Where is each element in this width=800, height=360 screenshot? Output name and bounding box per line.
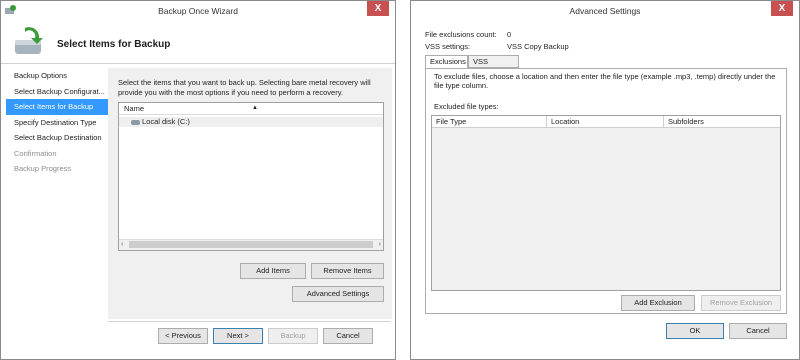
tab-vss-settings[interactable]: VSS Settings <box>468 55 519 78</box>
column-location[interactable]: Location <box>547 116 664 127</box>
tree-item-label: Local disk (C:) <box>142 117 190 126</box>
step-select-backup-destination[interactable]: Select Backup Destination <box>6 130 108 146</box>
wizard-title: Backup Once Wizard <box>158 6 238 16</box>
wizard-steps-sidebar: Backup Options Select Backup Configurat.… <box>6 68 108 177</box>
exclusions-panel: To exclude files, choose a location and … <box>425 68 787 314</box>
wizard-cancel-button[interactable]: Cancel <box>323 328 373 344</box>
vss-settings-label: VSS settings: <box>425 42 471 51</box>
remove-items-button[interactable]: Remove Items <box>311 263 384 279</box>
tab-exclusions[interactable]: Exclusions <box>425 55 468 69</box>
header-divider <box>1 63 395 64</box>
exclusions-grid[interactable]: File Type Location Subfolders <box>431 115 781 291</box>
column-subfolders[interactable]: Subfolders <box>664 116 780 127</box>
exclusions-count-label: File exclusions count: <box>425 30 497 39</box>
exclusions-instruction: To exclude files, choose a location and … <box>434 72 776 90</box>
step-backup-progress: Backup Progress <box>14 164 72 173</box>
scroll-right-arrow-icon[interactable]: › <box>379 241 381 248</box>
wizard-close-button[interactable]: X <box>367 1 389 16</box>
advanced-cancel-button[interactable]: Cancel <box>729 323 787 339</box>
tree-item-local-disk[interactable]: Local disk (C:) <box>119 117 383 127</box>
backup-wizard-window: Backup Once Wizard X Select Items for Ba… <box>0 0 396 360</box>
step-specify-destination-type[interactable]: Specify Destination Type <box>6 115 108 131</box>
excluded-file-types-label: Excluded file types: <box>434 102 499 111</box>
step-backup-options[interactable]: Backup Options <box>6 68 108 84</box>
advanced-titlebar: Advanced Settings X <box>411 1 799 21</box>
wizard-page-title: Select Items for Backup <box>57 39 171 50</box>
step-select-backup-configuration[interactable]: Select Backup Configurat... <box>6 84 108 100</box>
add-exclusion-button[interactable]: Add Exclusion <box>621 295 695 311</box>
column-file-type[interactable]: File Type <box>432 116 547 127</box>
local-disk-icon <box>131 119 140 125</box>
sort-ascending-icon: ▲ <box>252 105 258 111</box>
advanced-settings-window: Advanced Settings X File exclusions coun… <box>410 0 800 360</box>
step-confirmation: Confirmation <box>14 148 57 158</box>
advanced-settings-button[interactable]: Advanced Settings <box>292 286 384 302</box>
remove-exclusion-button: Remove Exclusion <box>701 295 781 311</box>
wizard-titlebar: Backup Once Wizard X <box>1 1 395 21</box>
tree-column-header[interactable]: Name ▲ <box>119 103 383 115</box>
next-button[interactable]: Next > <box>213 328 263 344</box>
backup-items-tree[interactable]: Name ▲ Local disk (C:) ‹ › <box>118 102 384 251</box>
footer-divider <box>108 321 391 322</box>
select-items-instruction: Select the items that you want to back u… <box>118 78 371 97</box>
name-column-label: Name <box>124 104 145 113</box>
backup-disk-icon <box>15 27 43 54</box>
advanced-title: Advanced Settings <box>569 6 641 16</box>
scroll-left-arrow-icon[interactable]: ‹ <box>121 241 123 248</box>
advanced-close-button[interactable]: X <box>771 1 793 16</box>
add-items-button[interactable]: Add Items <box>240 263 306 279</box>
wizard-header: Select Items for Backup <box>1 21 395 63</box>
exclusions-count-value: 0 <box>507 30 512 39</box>
wizard-content-panel: Select the items that you want to back u… <box>108 68 392 319</box>
previous-button[interactable]: < Previous <box>158 328 208 344</box>
backup-button: Backup <box>268 328 318 344</box>
scrollbar-thumb[interactable] <box>129 241 373 248</box>
ok-button[interactable]: OK <box>666 323 724 339</box>
tree-horizontal-scrollbar[interactable]: ‹ › <box>119 239 383 250</box>
vss-settings-value: VSS Copy Backup <box>507 42 569 51</box>
exclusions-grid-header: File Type Location Subfolders <box>432 116 780 128</box>
step-select-items-for-backup[interactable]: Select Items for Backup <box>6 99 108 115</box>
